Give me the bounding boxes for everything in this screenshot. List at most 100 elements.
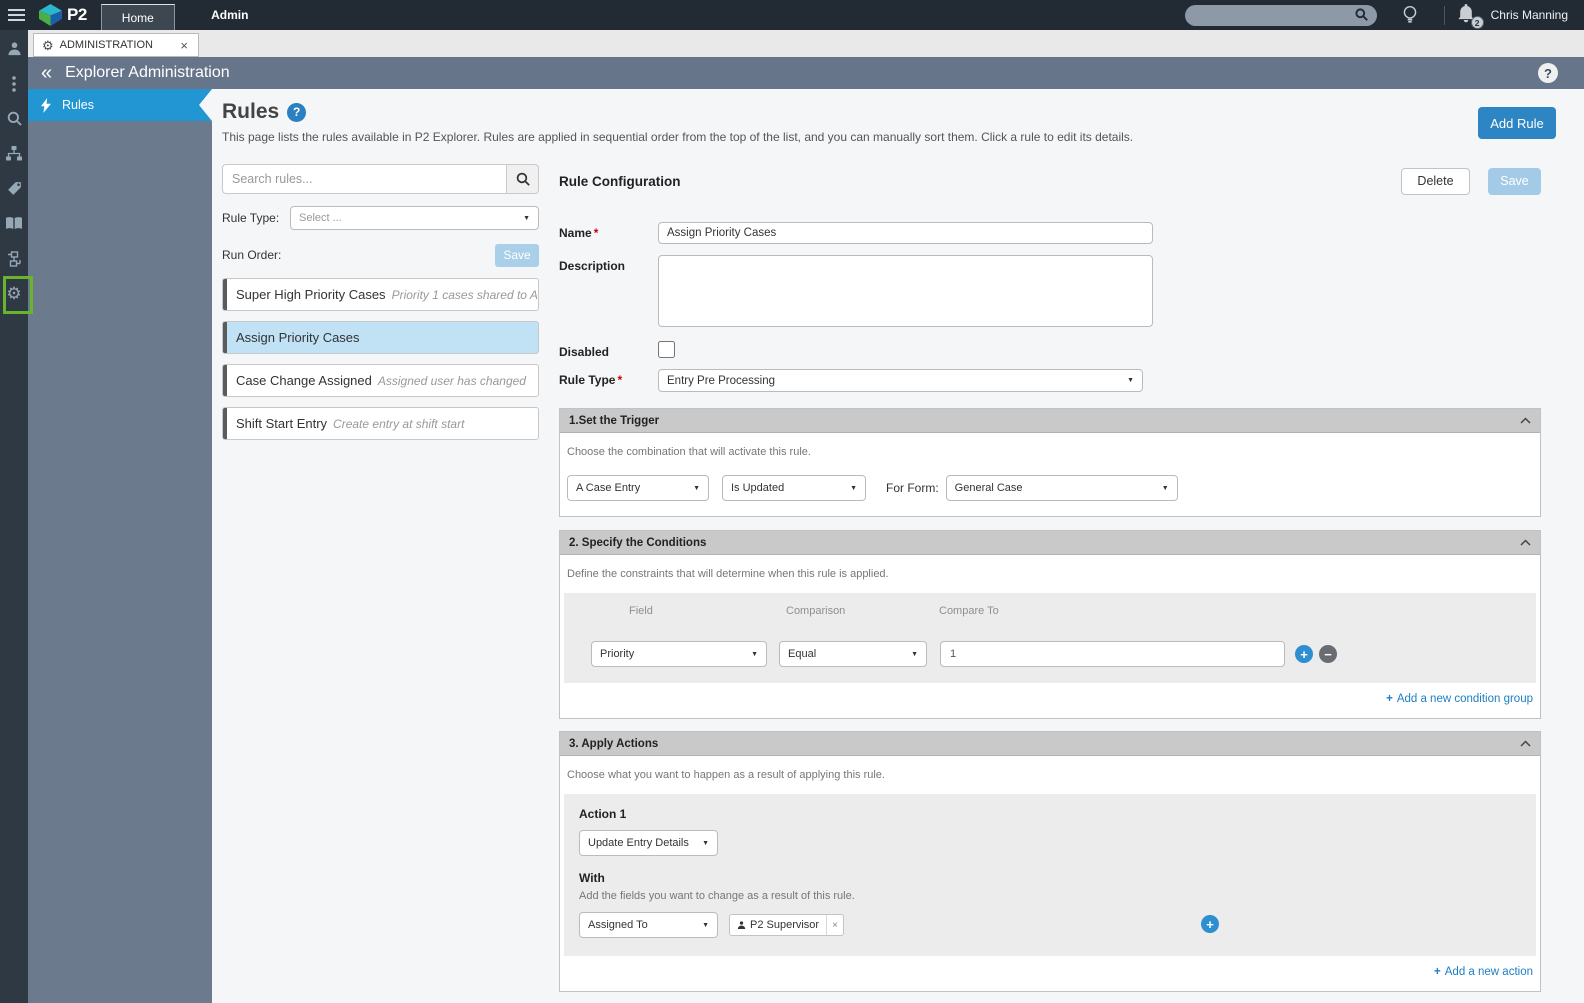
search-icon[interactable] [1355,7,1368,26]
settings-gear-icon[interactable]: ⚙ [0,276,28,311]
selected-item-notch [199,89,212,121]
description-label: Description [559,259,626,273]
administration-tab[interactable]: ⚙ ADMINISTRATION × [33,33,199,57]
notification-count-badge: 2 [1470,16,1484,29]
conditions-hint: Define the constraints that will determi… [567,568,889,580]
administration-tab-label: ADMINISTRATION [59,39,153,51]
rule-type-select[interactable]: Entry Pre Processing ▼ [658,369,1143,392]
add-field-button[interactable]: + [1201,915,1219,933]
action-group: Action 1 Update Entry Details ▼ With Add… [564,794,1536,956]
chip-remove-icon[interactable]: × [826,915,843,935]
document-tab-strip: ⚙ ADMINISTRATION × [28,30,1584,57]
with-hint: Add the fields you want to change as a r… [579,890,855,902]
p2-logo-diamond-icon [39,3,62,26]
disabled-checkbox[interactable] [658,341,675,358]
assigned-user-chip: P2 Supervisor × [729,914,845,936]
user-name[interactable]: Chris Manning [1491,8,1568,22]
chevron-up-icon[interactable] [1520,417,1531,424]
rule-list-item[interactable]: Super High Priority Cases Priority 1 cas… [222,278,539,311]
drag-handle[interactable] [223,279,227,310]
lightbulb-icon[interactable] [1402,5,1418,25]
chevron-up-icon[interactable] [1520,539,1531,546]
action-type-select[interactable]: Update Entry Details ▼ [579,830,718,856]
page-description: This page lists the rules available in P… [222,130,1134,144]
chevron-down-icon: ▼ [1127,377,1134,384]
user-icon[interactable] [0,31,28,66]
chip-label: P2 Supervisor [750,919,820,931]
topbar-tab-admin[interactable]: Admin [193,8,267,22]
remove-condition-button[interactable]: − [1319,645,1337,663]
action-field-select[interactable]: Assigned To ▼ [579,912,718,938]
p2-logo: P2 [38,3,87,27]
book-icon[interactable] [0,206,28,241]
run-order-save-button[interactable]: Save [495,243,539,267]
name-field[interactable] [658,222,1153,244]
add-condition-button[interactable]: + [1295,645,1313,663]
chevron-down-icon: ▼ [1161,484,1169,492]
rule-list-item-selected[interactable]: Assign Priority Cases [222,321,539,354]
admin-side-nav: Rules [28,89,212,1003]
integration-icon[interactable] [0,241,28,276]
plus-icon: + [1434,966,1441,978]
topbar-divider [1443,5,1445,25]
tag-icon[interactable] [0,171,28,206]
save-button[interactable]: Save [1488,167,1541,195]
actions-section-header[interactable]: 3. Apply Actions [560,732,1540,756]
sidebar-item-rules-label: Rules [62,98,94,112]
global-search-input[interactable] [1184,8,1380,22]
compare-to-input[interactable] [940,641,1285,667]
drag-handle[interactable] [223,322,227,353]
lightning-bolt-icon [41,97,51,113]
search-rules-button[interactable] [506,164,539,194]
action-1-label: Action 1 [579,807,627,821]
rule-list-item[interactable]: Shift Start Entry Create entry at shift … [222,407,539,440]
add-action-link[interactable]: + Add a new action [1434,966,1533,978]
kebab-menu-icon[interactable] [0,66,28,101]
rule-list-item[interactable]: Case Change Assigned Assigned user has c… [222,364,539,397]
column-comparison: Comparison [786,605,846,617]
column-field: Field [629,605,653,617]
chevron-down-icon: ▼ [693,484,700,492]
page-title: Rules [222,100,280,123]
required-asterisk: * [593,226,599,240]
rule-configuration-panel: Rule Configuration Delete Save Name* Des… [559,167,1541,1003]
trigger-form-select[interactable]: General Case ▼ [945,475,1178,501]
drag-handle[interactable] [223,365,227,396]
chevron-down-icon: ▼ [702,921,709,929]
rule-type-filter-select[interactable]: Select ... ▼ [290,206,539,230]
column-compare-to: Compare To [939,605,999,617]
delete-button[interactable]: Delete [1401,167,1470,195]
chevron-up-icon[interactable] [1520,740,1531,747]
chevron-down-icon: ▼ [702,839,709,847]
drag-handle[interactable] [223,408,227,439]
topbar-tab-home[interactable]: Home [100,4,175,30]
chevron-down-icon: ▼ [911,650,918,658]
with-label: With [579,871,605,885]
condition-group: Field Comparison Compare To Priority ▼ E… [564,593,1536,683]
condition-comparison-select[interactable]: Equal ▼ [779,641,927,667]
description-field[interactable] [658,255,1153,327]
add-condition-group-link[interactable]: + Add a new condition group [1386,693,1533,705]
for-form-label: For Form: [886,481,939,495]
trigger-entity-select[interactable]: A Case Entry ▼ [567,475,709,501]
condition-field-select[interactable]: Priority ▼ [591,641,767,667]
add-rule-button[interactable]: Add Rule [1478,107,1556,139]
header-help-icon[interactable]: ? [1538,63,1558,83]
tab-gear-icon: ⚙ [42,37,54,53]
plus-icon: + [1386,693,1393,705]
search-rules-input[interactable] [222,164,506,194]
conditions-section-header[interactable]: 2. Specify the Conditions [560,531,1540,555]
collapse-back-icon[interactable]: « [41,63,52,83]
chevron-down-icon: ▼ [751,650,758,658]
trigger-event-select[interactable]: Is Updated ▼ [722,475,866,501]
actions-section: 3. Apply Actions Choose what you want to… [559,731,1541,992]
hierarchy-icon[interactable] [0,136,28,171]
sidebar-item-rules[interactable]: Rules [28,89,212,121]
hamburger-menu-icon[interactable] [0,0,30,30]
rules-help-icon[interactable]: ? [287,102,307,122]
notifications-bell-icon[interactable]: 2 [1457,4,1484,29]
search-rail-icon[interactable] [0,101,28,136]
trigger-section-header[interactable]: 1.Set the Trigger [560,409,1540,433]
rule-configuration-title: Rule Configuration [559,173,681,189]
tab-close-icon[interactable]: × [178,38,190,53]
